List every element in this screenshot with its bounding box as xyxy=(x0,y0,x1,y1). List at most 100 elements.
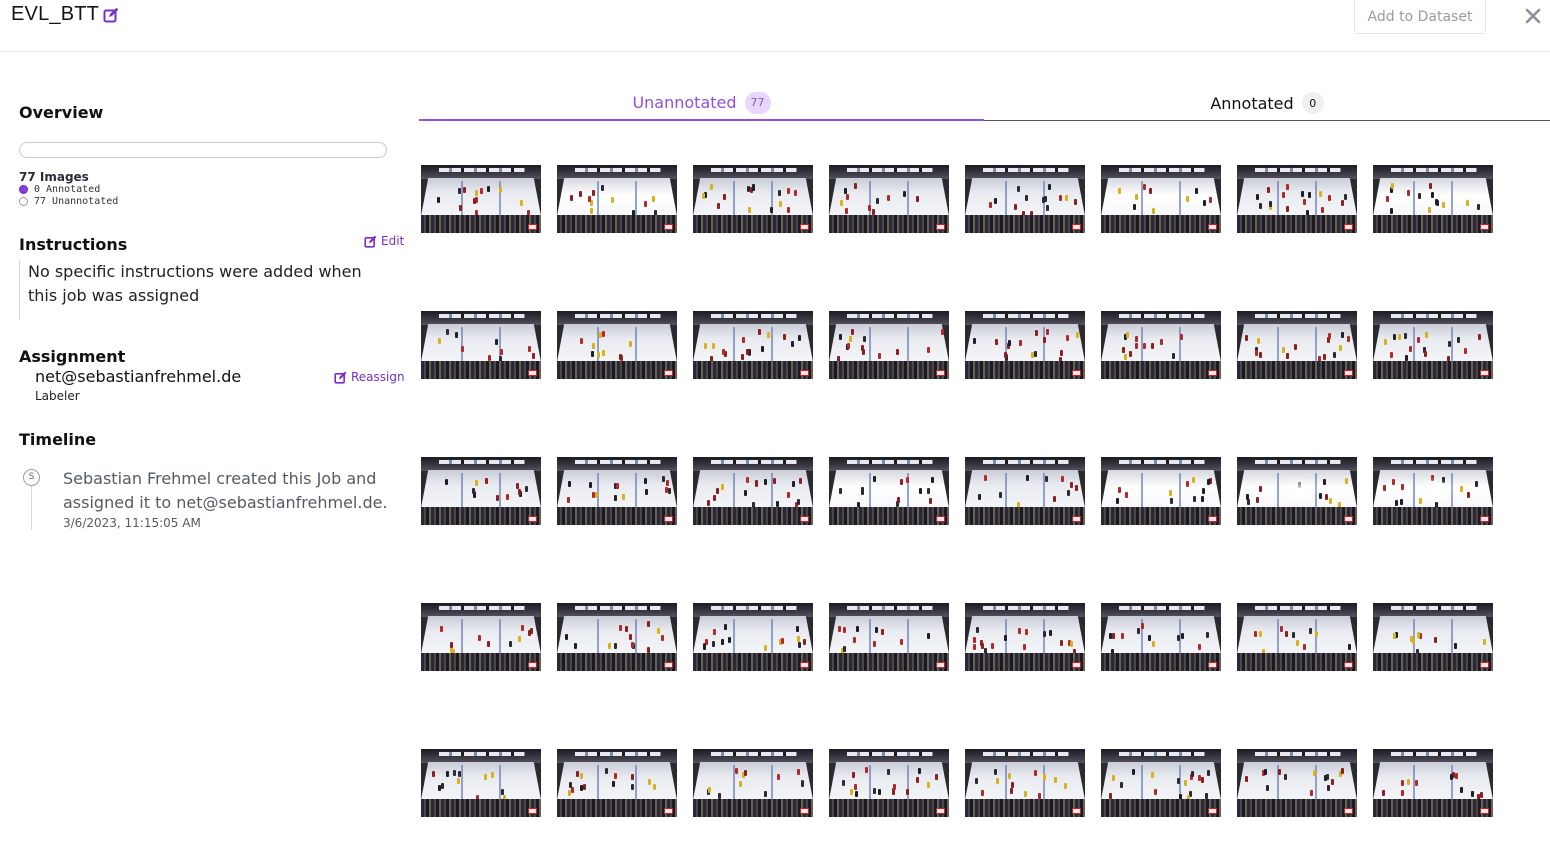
thumbnail-player xyxy=(1331,778,1335,785)
image-thumbnail[interactable] xyxy=(557,749,677,817)
image-thumbnail[interactable] xyxy=(1373,749,1493,817)
broadcast-logo-icon xyxy=(800,224,809,230)
close-icon[interactable] xyxy=(1522,5,1544,27)
thumbnail-board xyxy=(983,752,1069,756)
thumbnail-player xyxy=(1477,334,1481,341)
tab-unannotated[interactable]: Unannotated 77 xyxy=(419,86,984,121)
thumbnail-player xyxy=(1255,194,1259,201)
image-thumbnail[interactable] xyxy=(557,165,677,233)
thumbnail-player xyxy=(1319,492,1323,499)
reassign-link[interactable]: Reassign xyxy=(334,370,405,384)
image-thumbnail[interactable] xyxy=(1373,603,1493,671)
thumbnail-player xyxy=(1059,349,1063,356)
thumbnail-player xyxy=(1143,343,1147,350)
thumbnail-player xyxy=(628,341,632,348)
image-thumbnail[interactable] xyxy=(965,311,1085,379)
image-thumbnail[interactable] xyxy=(421,165,541,233)
image-thumbnail[interactable] xyxy=(693,603,813,671)
image-thumbnail[interactable] xyxy=(1101,457,1221,525)
edit-instructions-link[interactable]: Edit xyxy=(364,234,404,248)
image-thumbnail[interactable] xyxy=(1237,311,1357,379)
thumbnail-player xyxy=(475,479,479,486)
broadcast-logo-icon xyxy=(936,370,945,376)
thumbnail-player xyxy=(525,486,529,493)
image-thumbnail[interactable] xyxy=(693,165,813,233)
image-thumbnail[interactable] xyxy=(693,311,813,379)
thumbnail-crowd xyxy=(693,799,813,817)
image-thumbnail[interactable] xyxy=(1101,165,1221,233)
image-thumbnail[interactable] xyxy=(965,749,1085,817)
edit-title-icon[interactable] xyxy=(103,7,119,23)
thumbnail-player xyxy=(776,500,780,507)
image-thumbnail[interactable] xyxy=(829,457,949,525)
thumbnail-player xyxy=(1176,777,1180,784)
thumbnail-player xyxy=(516,483,520,490)
image-thumbnail[interactable] xyxy=(1237,165,1357,233)
thumbnail-player xyxy=(1181,632,1185,639)
image-thumbnail[interactable] xyxy=(1373,165,1493,233)
thumbnail-player xyxy=(1416,632,1420,639)
thumbnail-player xyxy=(1431,191,1435,198)
thumbnail-player xyxy=(1435,198,1439,205)
image-thumbnail[interactable] xyxy=(829,311,949,379)
thumbnail-player xyxy=(607,643,611,650)
thumbnail-player xyxy=(1390,183,1394,189)
add-to-dataset-button[interactable]: Add to Dataset xyxy=(1354,0,1486,34)
thumbnail-player xyxy=(918,487,922,494)
thumbnail-player xyxy=(709,183,713,190)
image-thumbnail[interactable] xyxy=(557,457,677,525)
thumbnail-board xyxy=(1391,460,1477,464)
thumbnail-player xyxy=(973,337,977,344)
thumbnail-player xyxy=(1318,190,1322,197)
thumbnail-player xyxy=(723,624,727,631)
thumbnail-player xyxy=(1137,628,1141,635)
image-thumbnail[interactable] xyxy=(421,749,541,817)
image-thumbnail[interactable] xyxy=(829,749,949,817)
image-thumbnail[interactable] xyxy=(965,603,1085,671)
thumbnail-player xyxy=(855,626,859,633)
tab-annotated[interactable]: Annotated 0 xyxy=(984,86,1550,121)
thumbnail-player xyxy=(983,475,987,482)
thumbnail-player xyxy=(915,776,919,783)
image-thumbnail[interactable] xyxy=(829,165,949,233)
image-thumbnail[interactable] xyxy=(421,311,541,379)
image-thumbnail[interactable] xyxy=(557,311,677,379)
thumbnail-player xyxy=(495,494,499,501)
image-thumbnail[interactable] xyxy=(1237,749,1357,817)
thumbnail-player xyxy=(878,788,882,795)
edit-icon xyxy=(364,235,377,248)
image-thumbnail[interactable] xyxy=(1101,311,1221,379)
image-thumbnail[interactable] xyxy=(421,457,541,525)
thumbnail-board xyxy=(439,314,525,318)
thumbnail-player xyxy=(1023,791,1027,798)
count-badge: 0 xyxy=(1301,92,1324,114)
edit-icon xyxy=(334,371,347,384)
thumbnail-player xyxy=(1345,477,1349,484)
image-thumbnail[interactable] xyxy=(1373,311,1493,379)
avatar: S xyxy=(23,469,40,486)
thumbnail-player xyxy=(1399,498,1403,505)
thumbnail-player xyxy=(440,626,444,633)
image-thumbnail[interactable] xyxy=(965,165,1085,233)
thumbnail-player xyxy=(1256,496,1260,503)
image-thumbnail[interactable] xyxy=(1237,603,1357,671)
thumbnail-crowd xyxy=(421,215,541,233)
image-thumbnail[interactable] xyxy=(1237,457,1357,525)
legend-unannotated: 77 Unannotated xyxy=(19,196,118,207)
image-thumbnail[interactable] xyxy=(557,603,677,671)
image-thumbnail[interactable] xyxy=(1373,457,1493,525)
thumbnail-board xyxy=(439,606,525,610)
thumbnail-crowd xyxy=(1101,215,1221,233)
image-thumbnail[interactable] xyxy=(965,457,1085,525)
thumbnail-crowd xyxy=(1373,799,1493,817)
thumbnail-player xyxy=(1320,206,1324,213)
thumbnail-player xyxy=(1302,198,1306,205)
thumbnail-crowd xyxy=(965,215,1085,233)
image-thumbnail[interactable] xyxy=(1101,603,1221,671)
image-thumbnail[interactable] xyxy=(1101,749,1221,817)
image-thumbnail[interactable] xyxy=(693,457,813,525)
image-thumbnail[interactable] xyxy=(693,749,813,817)
image-thumbnail[interactable] xyxy=(421,603,541,671)
thumbnail-player xyxy=(569,194,573,201)
image-thumbnail[interactable] xyxy=(829,603,949,671)
